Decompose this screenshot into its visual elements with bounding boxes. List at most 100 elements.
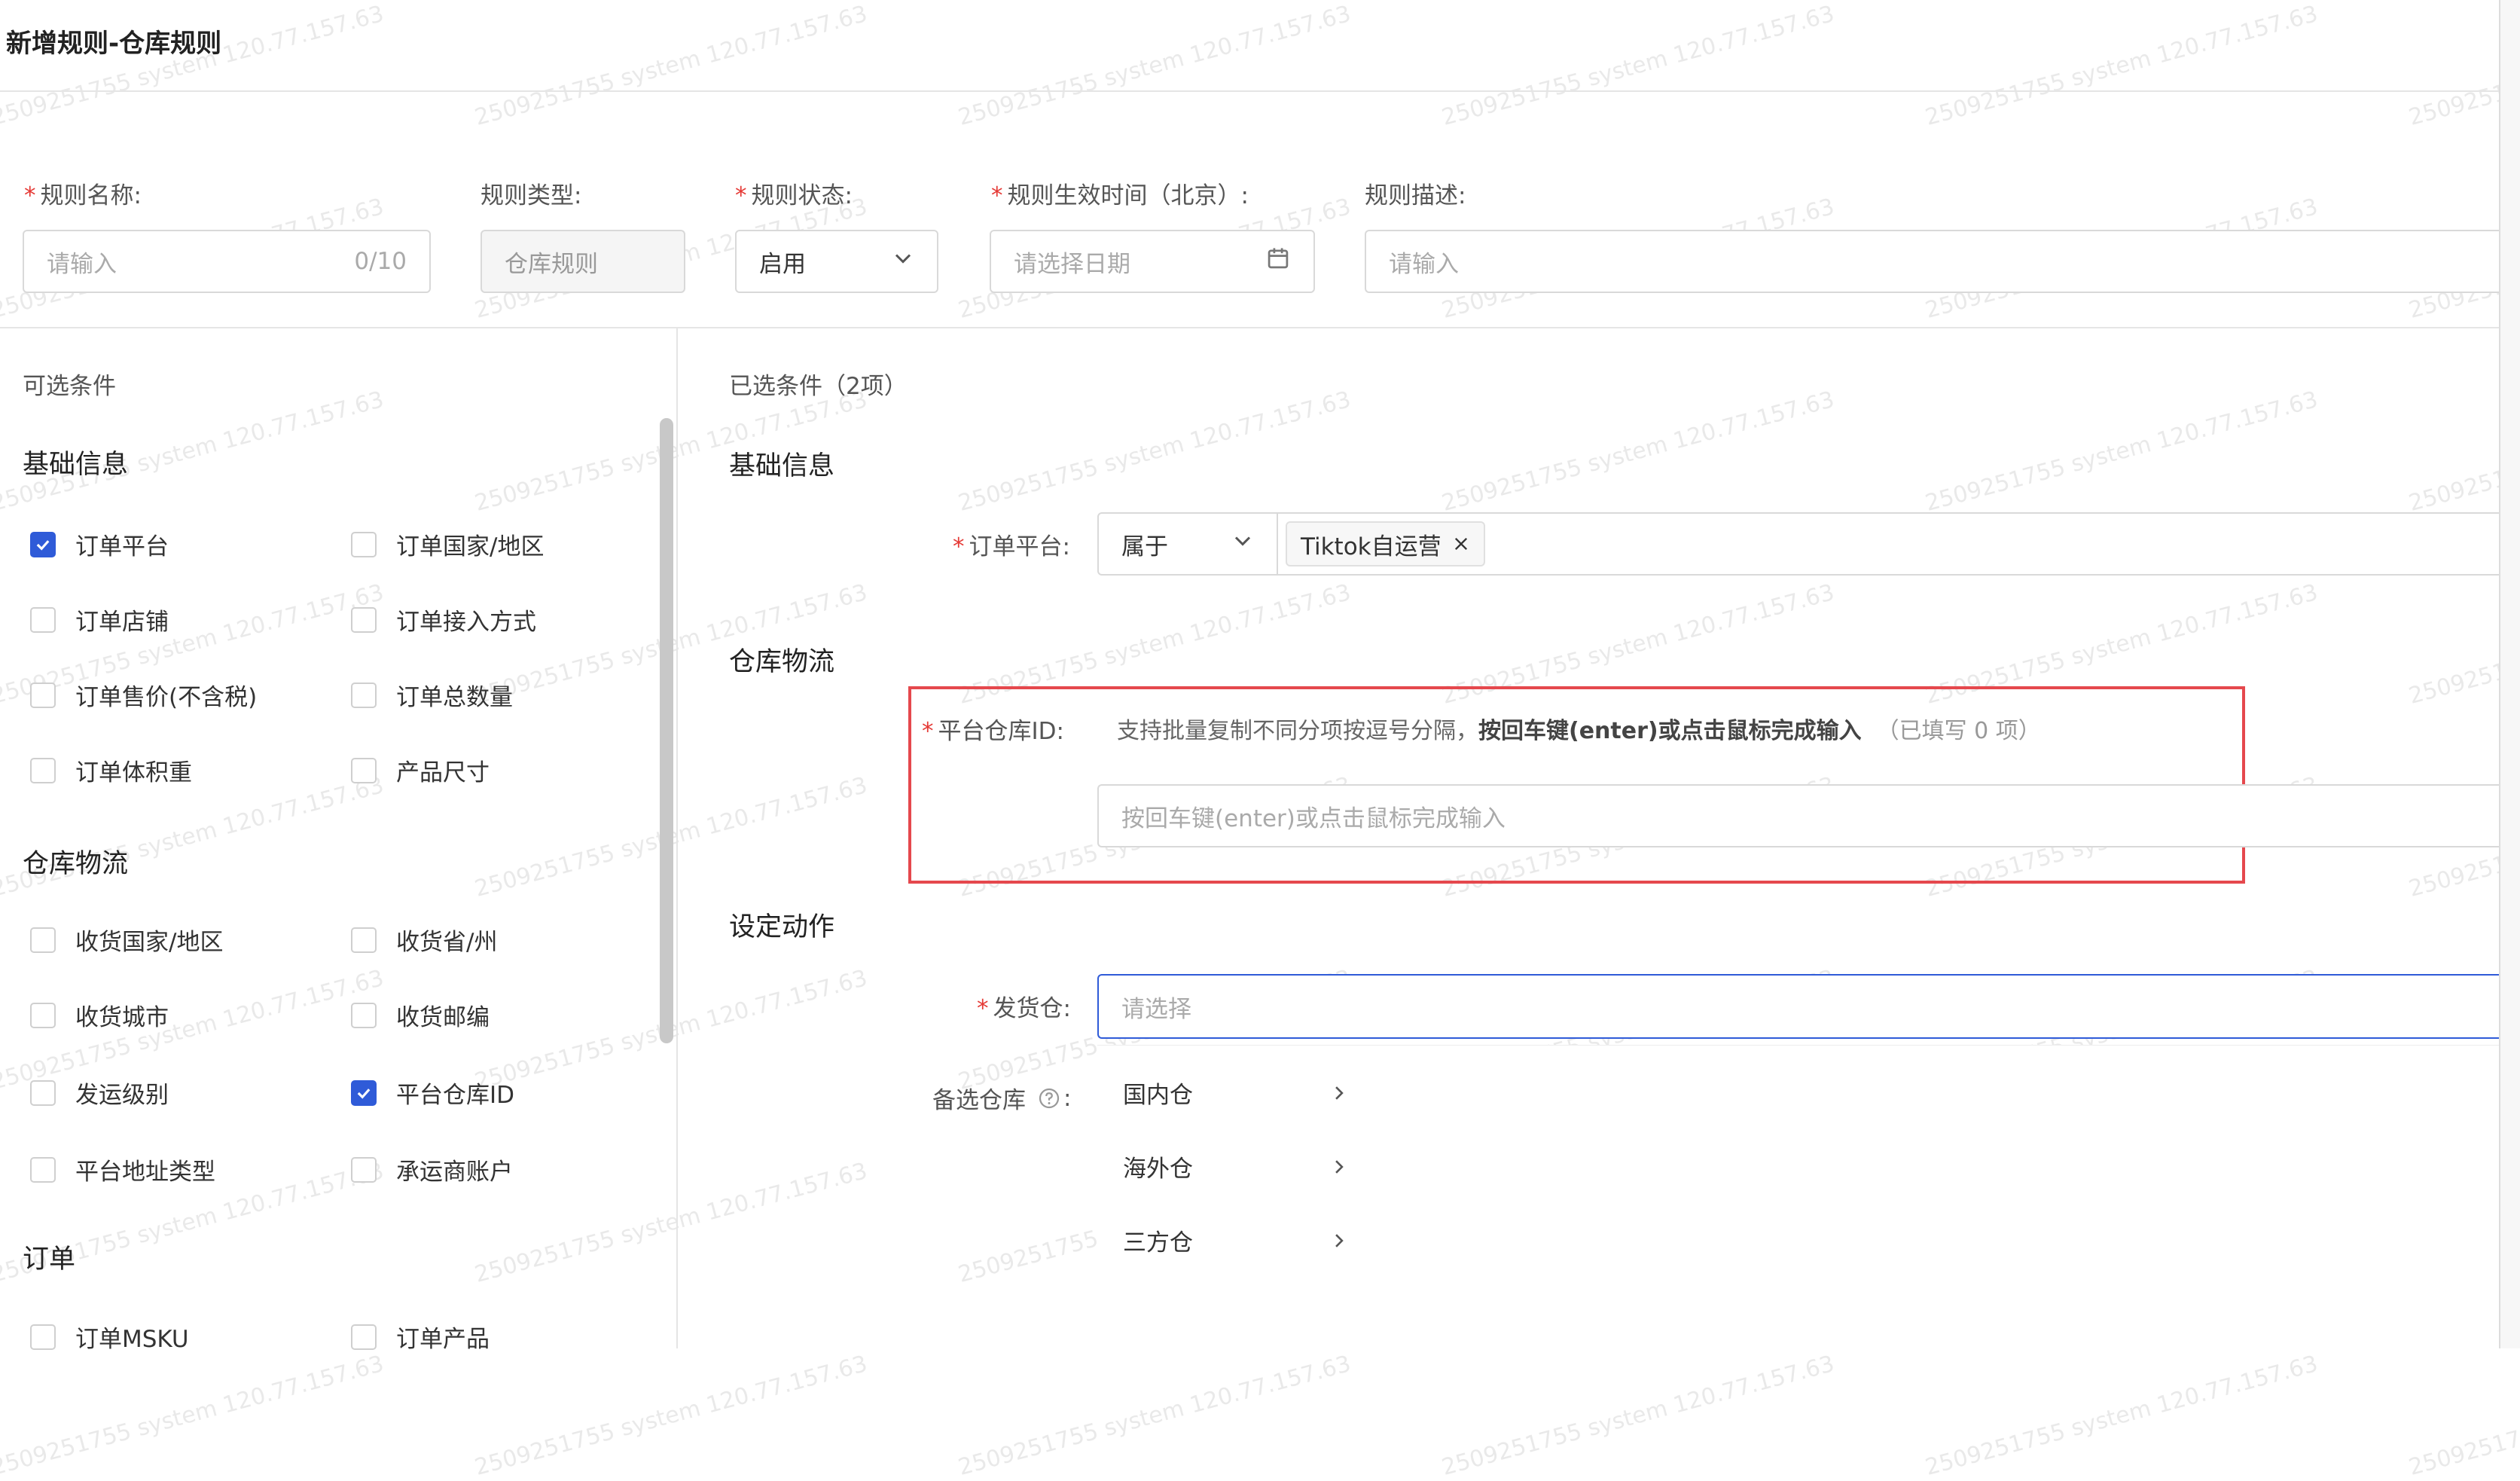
condition-checkbox[interactable]: 订单MSKU — [30, 1320, 189, 1354]
action-heading: 设定动作 — [729, 912, 835, 942]
condition-checkbox[interactable]: 产品尺寸 — [351, 753, 490, 787]
ship-warehouse-select[interactable]: 请选择 — [1097, 974, 2499, 1039]
watermark-text: 2509251755 system 120.77.157.63 — [1922, 386, 2321, 518]
dropdown-item[interactable]: 国内仓 — [1123, 1076, 1349, 1110]
condition-checkbox[interactable]: 订单国家/地区 — [351, 527, 544, 561]
dropdown-item[interactable]: 海外仓 — [1123, 1150, 1349, 1183]
check-icon — [357, 1088, 371, 1099]
condition-checkbox[interactable]: 平台仓库ID — [351, 1076, 514, 1110]
effective-date-picker[interactable]: 请选择日期 — [990, 230, 1315, 293]
rule-type-input: 仓库规则 — [481, 230, 685, 293]
checkbox-unchecked[interactable] — [30, 682, 56, 708]
watermark-text: 2509251755 system 120.77.157.63 — [955, 1350, 1354, 1481]
platform-value-field[interactable]: Tiktok自运营 — [1277, 512, 2499, 576]
checkbox-unchecked[interactable] — [351, 1324, 377, 1350]
watermark-text: 2509251755 system 120.77.157.63 — [955, 386, 1354, 518]
checkbox-label: 收货城市 — [75, 1004, 169, 1031]
watermark-text: 2509251755 system 120.77.157.63 — [1438, 0, 1838, 132]
condition-checkbox[interactable]: 发运级别 — [30, 1076, 169, 1110]
warehouse-dropdown-menu: 国内仓 海外仓 三方仓 — [1097, 1045, 2520, 1349]
checkbox-unchecked[interactable] — [30, 927, 56, 953]
checkbox-label: 订单售价(不含税) — [75, 684, 258, 711]
dropdown-item-label: 海外仓 — [1123, 1156, 1193, 1183]
condition-checkbox[interactable]: 订单接入方式 — [351, 603, 536, 637]
checkbox-label: 订单产品 — [396, 1326, 490, 1353]
page-scrollbar[interactable] — [2499, 0, 2520, 1348]
checkbox-label: 承运商账户 — [396, 1159, 513, 1186]
checkbox-unchecked[interactable] — [351, 927, 377, 953]
checkbox-checked[interactable] — [30, 531, 56, 557]
rule-name-label: * 规则名称: — [24, 182, 142, 209]
checkbox-unchecked[interactable] — [30, 1156, 56, 1183]
watermark-text: 2509251755 system 120.77.157.63 — [0, 1350, 387, 1481]
checkbox-unchecked[interactable] — [30, 606, 56, 633]
section-heading: 基础信息 — [23, 450, 129, 480]
checkbox-unchecked[interactable] — [30, 1324, 56, 1350]
calendar-icon — [1265, 246, 1291, 277]
left-panel-scrollbar[interactable] — [660, 418, 673, 1043]
watermark-text: 2509251755 system 120.77.157.63 — [471, 1350, 871, 1481]
checkbox-unchecked[interactable] — [30, 1002, 56, 1028]
filled-count: （已填写 0 项） — [1876, 718, 2041, 744]
checkbox-unchecked[interactable] — [351, 531, 377, 557]
condition-checkbox[interactable]: 订单平台 — [30, 527, 169, 561]
checkbox-label: 订单总数量 — [396, 684, 513, 711]
check-icon — [36, 539, 50, 551]
checkbox-label: 产品尺寸 — [396, 759, 490, 786]
order-platform-label: * 订单平台: — [953, 533, 1070, 560]
watermark-text: 2509251755 system 120.77.157.63 — [1922, 0, 2321, 132]
platform-warehouse-label: * 平台仓库ID: — [922, 718, 1064, 745]
watermark-text: 2509251755 system 120.77.157.63 — [471, 0, 871, 132]
rule-status-label: * 规则状态: — [735, 182, 853, 209]
condition-checkbox[interactable]: 收货邮编 — [351, 998, 490, 1032]
close-icon[interactable] — [1452, 535, 1470, 553]
chevron-right-icon — [1329, 1231, 1349, 1250]
condition-checkbox[interactable]: 收货省/州 — [351, 923, 497, 957]
rule-name-input[interactable]: 请输入 0/10 — [23, 230, 431, 293]
condition-checkbox[interactable]: 承运商账户 — [351, 1153, 513, 1186]
watermark-text: 2509251755 system 120.77.157.63 — [2406, 1351, 2520, 1481]
chevron-right-icon — [1329, 1157, 1349, 1177]
header-divider — [0, 90, 2500, 92]
dropdown-item-label: 三方仓 — [1123, 1229, 1193, 1257]
checkbox-unchecked[interactable] — [351, 757, 377, 783]
condition-checkbox[interactable]: 订单体积重 — [30, 753, 192, 787]
platform-tag: Tiktok自运营 — [1286, 521, 1485, 566]
condition-checkbox[interactable]: 订单售价(不含税) — [30, 678, 257, 712]
condition-checkbox[interactable]: 收货城市 — [30, 998, 169, 1032]
watermark-text: 2509251755 system 120.77.157.63 — [0, 771, 387, 903]
checkbox-unchecked[interactable] — [351, 1002, 377, 1028]
checkbox-label: 订单店铺 — [75, 609, 169, 636]
char-counter: 0/10 — [354, 248, 407, 275]
condition-checkbox[interactable]: 订单产品 — [351, 1320, 490, 1354]
watermark-text: 2509251755 system 120.77.157.63 — [0, 0, 387, 132]
backup-warehouse-label: 备选仓库 : — [932, 1084, 1072, 1115]
watermark-text: 2509251755 system 120.77.157.63 — [1922, 1350, 2321, 1481]
question-icon[interactable] — [1038, 1087, 1060, 1110]
checkbox-unchecked[interactable] — [351, 682, 377, 708]
logistics-heading: 仓库物流 — [729, 647, 835, 677]
operator-select[interactable]: 属于 — [1097, 512, 1278, 576]
condition-checkbox[interactable]: 收货国家/地区 — [30, 923, 223, 957]
form-divider — [0, 327, 2500, 328]
checkbox-label: 平台地址类型 — [75, 1159, 215, 1186]
checkbox-unchecked[interactable] — [351, 1156, 377, 1183]
checkbox-label: 发运级别 — [75, 1082, 169, 1109]
watermark-text: 2509251755 system 120.77.157.63 — [955, 0, 1354, 132]
dropdown-item[interactable]: 三方仓 — [1123, 1223, 1349, 1257]
checkbox-checked[interactable] — [351, 1079, 377, 1106]
rule-status-select[interactable]: 启用 — [735, 230, 938, 293]
checkbox-label: 收货邮编 — [396, 1004, 490, 1031]
checkbox-label: 平台仓库ID — [396, 1082, 515, 1109]
selected-conditions-title: 已选条件（2项） — [729, 373, 908, 400]
rule-desc-input[interactable]: 请输入 — [1365, 230, 2499, 293]
chevron-down-icon — [892, 247, 914, 276]
checkbox-label: 收货省/州 — [396, 929, 498, 956]
platform-warehouse-input[interactable]: 按回车键(enter)或点击鼠标完成输入 — [1097, 784, 2499, 847]
condition-checkbox[interactable]: 订单总数量 — [351, 678, 513, 712]
checkbox-unchecked[interactable] — [30, 1079, 56, 1106]
condition-checkbox[interactable]: 平台地址类型 — [30, 1153, 215, 1186]
condition-checkbox[interactable]: 订单店铺 — [30, 603, 169, 637]
checkbox-unchecked[interactable] — [30, 757, 56, 783]
checkbox-unchecked[interactable] — [351, 606, 377, 633]
